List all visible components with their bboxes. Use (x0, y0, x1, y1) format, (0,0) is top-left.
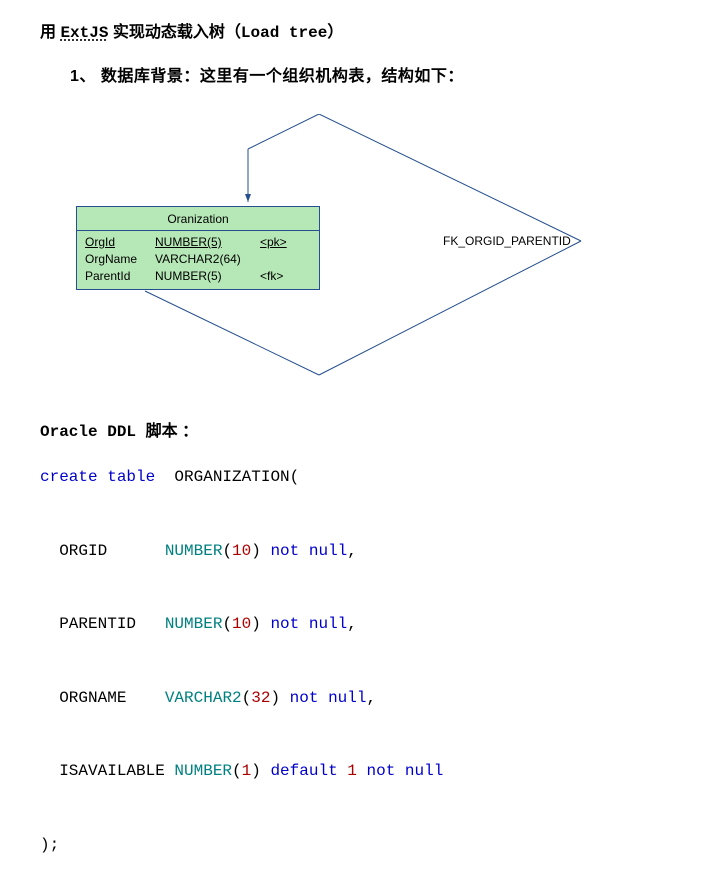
code-plain: , (347, 615, 357, 633)
code-plain: ISAVAILABLE (40, 762, 174, 780)
code-plain (357, 762, 367, 780)
ddl-heading: Oracle DDL 脚本 ： (40, 417, 699, 441)
code-plain: , (366, 689, 376, 707)
code-plain (338, 762, 348, 780)
ddl-code-block: create table ORGANIZATION( ORGID NUMBER(… (40, 459, 699, 864)
fk-label: FK_ORGID_PARENTID (443, 234, 571, 248)
code-plain: ( (222, 542, 232, 560)
ddl-ddl: DDL (107, 423, 145, 441)
code-type: VARCHAR2 (165, 689, 242, 707)
code-num: 10 (232, 542, 251, 560)
col-name: OrgName (85, 252, 155, 266)
entity-columns: OrgId NUMBER(5) <pk> OrgName VARCHAR2(64… (77, 231, 319, 289)
heading-loadtree: Load tree (241, 24, 327, 42)
heading-mid: 实现动态载入树（ (108, 24, 240, 41)
page-heading: 用 ExtJS 实现动态载入树（Load tree） (40, 18, 699, 42)
code-plain: ORGID (40, 542, 165, 560)
code-kw: not null (270, 615, 347, 633)
code-plain: ) (251, 615, 270, 633)
entity-title: Oranization (77, 207, 319, 231)
ddl-oracle: Oracle (40, 423, 107, 441)
code-plain: ORGNAME (40, 689, 165, 707)
col-name: OrgId (85, 235, 155, 249)
code-kw: create table (40, 468, 155, 486)
entity-organization: Oranization OrgId NUMBER(5) <pk> OrgName… (76, 206, 320, 290)
code-kw: not null (270, 542, 347, 560)
col-type: NUMBER(5) (155, 269, 260, 283)
code-plain: ) (270, 689, 289, 707)
er-diagram: Oranization OrgId NUMBER(5) <pk> OrgName… (73, 114, 673, 389)
col-name: ParentId (85, 269, 155, 283)
col-type: VARCHAR2(64) (155, 252, 260, 266)
col-key: <pk> (260, 235, 315, 249)
col-key (260, 252, 315, 266)
code-type: NUMBER (165, 615, 223, 633)
code-kw: not null (290, 689, 367, 707)
code-type: NUMBER (165, 542, 223, 560)
code-plain: ORGANIZATION( (155, 468, 299, 486)
code-num: 1 (347, 762, 357, 780)
code-plain: PARENTID (40, 615, 165, 633)
heading-extjs: ExtJS (60, 24, 108, 42)
code-plain: ) (251, 542, 270, 560)
col-type: NUMBER(5) (155, 235, 260, 249)
code-kw: not null (367, 762, 444, 780)
code-plain: ( (232, 762, 242, 780)
code-kw: default (270, 762, 337, 780)
code-num: 1 (242, 762, 252, 780)
col-key: <fk> (260, 269, 315, 283)
heading-suffix: ） (327, 24, 343, 41)
code-plain: ) (251, 762, 270, 780)
code-plain: ( (242, 689, 252, 707)
numbered-item-1: 1、 数据库背景：这里有一个组织机构表，结构如下： (70, 62, 699, 86)
code-num: 10 (232, 615, 251, 633)
code-plain: ); (40, 836, 59, 854)
ddl-rest: 脚本 ： (146, 423, 198, 440)
code-plain: , (347, 542, 357, 560)
code-plain: ( (222, 615, 232, 633)
code-num: 32 (251, 689, 270, 707)
code-type: NUMBER (174, 762, 232, 780)
heading-prefix: 用 (40, 24, 60, 41)
